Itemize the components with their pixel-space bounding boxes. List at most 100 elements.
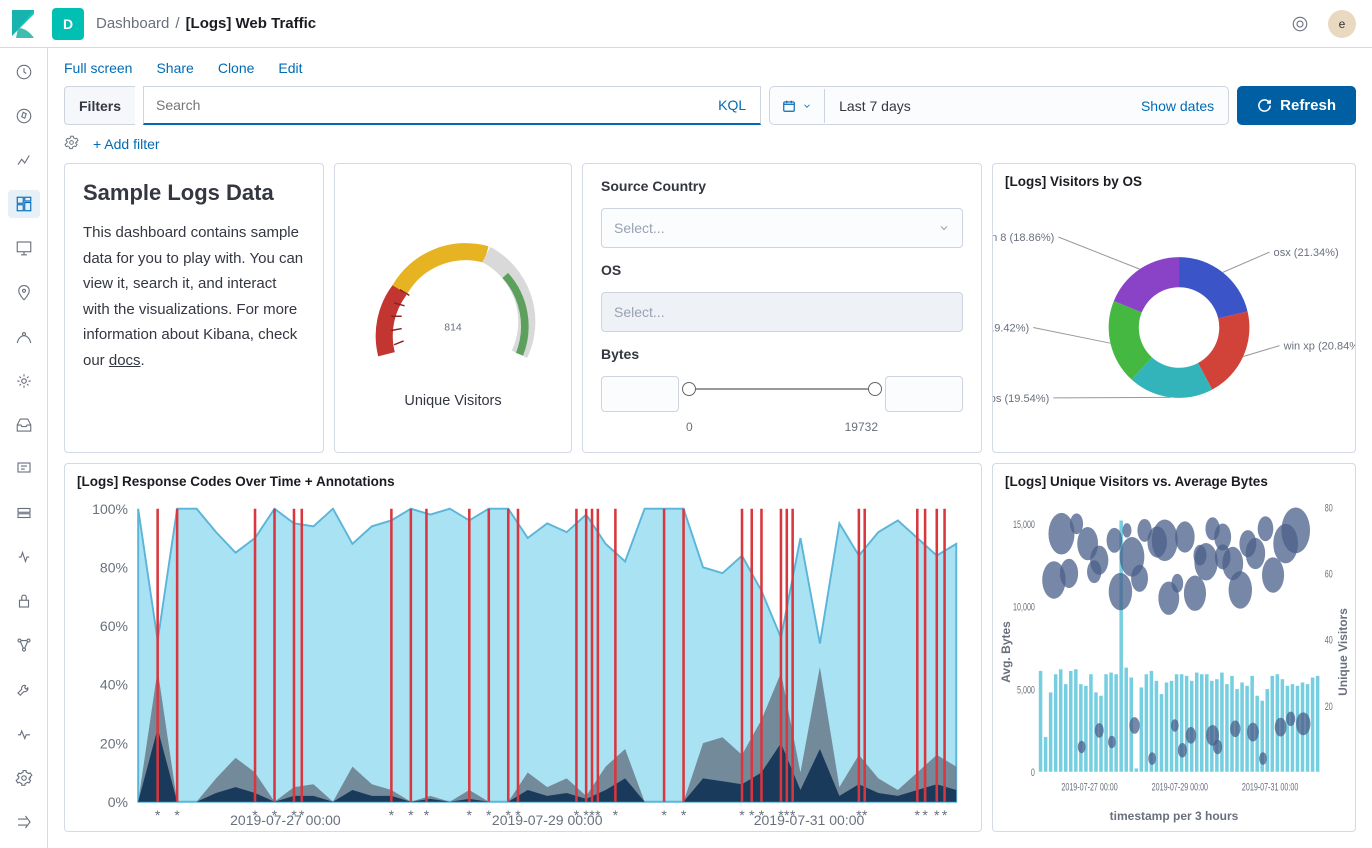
svg-text:*: * <box>467 807 473 823</box>
svg-text:*: * <box>389 807 395 823</box>
toolbar: Full screen Share Clone Edit <box>48 48 1372 76</box>
area-chart: 0%20%40%60%80%100%**********************… <box>77 501 969 832</box>
edit-link[interactable]: Edit <box>278 60 302 76</box>
nav-graph-icon[interactable] <box>8 631 40 659</box>
nav-logs-icon[interactable] <box>8 411 40 439</box>
svg-text:win 7 (19.42%): win 7 (19.42%) <box>993 323 1029 335</box>
nav-maps-icon[interactable] <box>8 279 40 307</box>
svg-text:2019-07-27 00:00: 2019-07-27 00:00 <box>230 812 341 828</box>
svg-text:*: * <box>155 807 161 823</box>
nav-expand-icon[interactable] <box>8 808 40 836</box>
svg-text:*: * <box>613 807 619 823</box>
bytes-min-label: 0 <box>686 420 693 434</box>
svg-text:40: 40 <box>1325 634 1333 647</box>
nav-dashboard-icon[interactable] <box>8 190 40 218</box>
nav-management-icon[interactable] <box>8 764 40 792</box>
svg-text:ios (19.54%): ios (19.54%) <box>993 393 1049 405</box>
newsfeed-icon[interactable] <box>1284 8 1316 40</box>
svg-text:20: 20 <box>1325 700 1333 713</box>
svg-text:win xp (20.84%): win xp (20.84%) <box>1283 341 1355 353</box>
nav-canvas-icon[interactable] <box>8 234 40 262</box>
svg-text:*: * <box>922 807 928 823</box>
nav-recent-icon[interactable] <box>8 58 40 86</box>
svg-text:*: * <box>681 807 687 823</box>
svg-text:10,000: 10,000 <box>1013 601 1035 614</box>
kibana-logo[interactable] <box>8 8 40 40</box>
docs-link[interactable]: docs <box>109 352 141 369</box>
clone-link[interactable]: Clone <box>218 60 255 76</box>
kql-toggle[interactable]: KQL <box>704 97 760 113</box>
avg-bytes-label: Avg. Bytes <box>999 621 1013 683</box>
donut-chart: osx (21.34%) win xp (20.84%) ios (19.54%) w… <box>993 193 1355 452</box>
svg-text:100%: 100% <box>92 501 128 517</box>
gauge-chart: 814 <box>358 217 548 387</box>
bytes-slider[interactable] <box>689 378 875 410</box>
svg-text:*: * <box>661 807 667 823</box>
svg-text:60: 60 <box>1325 568 1333 581</box>
svg-text:*: * <box>739 807 745 823</box>
bubble-chart: 05,00010,00015,000204060802019-07-27 00:… <box>1005 501 1343 803</box>
svg-text:80%: 80% <box>100 559 128 575</box>
breadcrumb-current: [Logs] Web Traffic <box>186 15 317 32</box>
header: D Dashboard / [Logs] Web Traffic e <box>0 0 1372 48</box>
svg-text:*: * <box>424 807 430 823</box>
source-country-label: Source Country <box>601 178 963 194</box>
controls-panel: Source Country Select... OS Select... By… <box>582 163 982 453</box>
breadcrumb-root[interactable]: Dashboard <box>96 15 169 32</box>
svg-text:win 8 (18.86%): win 8 (18.86%) <box>993 232 1054 244</box>
filters-label[interactable]: Filters <box>64 86 135 125</box>
bytes-min-input[interactable] <box>601 376 679 412</box>
svg-text:2019-07-29 00:00: 2019-07-29 00:00 <box>1152 781 1208 794</box>
response-codes-panel: [Logs] Response Codes Over Time + Annota… <box>64 463 982 832</box>
refresh-button[interactable]: Refresh <box>1237 86 1356 125</box>
nav-apm-icon[interactable] <box>8 455 40 483</box>
nav-discover-icon[interactable] <box>8 102 40 130</box>
nav-siem-icon[interactable] <box>8 543 40 571</box>
filter-options-icon[interactable] <box>64 135 79 153</box>
date-quick-select[interactable] <box>770 89 825 123</box>
bytes-max-input[interactable] <box>885 376 963 412</box>
chevron-down-icon <box>938 222 950 234</box>
nav-devtools-icon[interactable] <box>8 676 40 704</box>
avatar[interactable]: e <box>1328 10 1356 38</box>
main: Full screen Share Clone Edit Filters KQL… <box>48 48 1372 848</box>
nav-ml-icon[interactable] <box>8 323 40 351</box>
svg-text:2019-07-27 00:00: 2019-07-27 00:00 <box>1061 781 1117 794</box>
unique-visitors-label: Unique Visitors <box>1336 608 1350 696</box>
svg-text:*: * <box>934 807 940 823</box>
share-link[interactable]: Share <box>156 60 193 76</box>
svg-text:*: * <box>942 807 948 823</box>
gauge-value: 814 <box>444 323 462 334</box>
show-dates-link[interactable]: Show dates <box>1127 98 1228 114</box>
panels-grid: Sample Logs Data This dashboard contains… <box>48 163 1372 848</box>
svg-text:20%: 20% <box>100 735 128 751</box>
svg-text:2019-07-31 00:00: 2019-07-31 00:00 <box>1242 781 1298 794</box>
svg-text:80: 80 <box>1325 502 1333 515</box>
svg-text:60%: 60% <box>100 618 128 634</box>
nav-uptime-icon[interactable] <box>8 499 40 527</box>
search-input[interactable] <box>144 87 704 123</box>
nav-monitoring-icon[interactable] <box>8 720 40 748</box>
bubbles-title: [Logs] Unique Visitors vs. Average Bytes <box>993 464 1355 493</box>
svg-text:2019-07-29 00:00: 2019-07-29 00:00 <box>492 812 603 828</box>
svg-text:0: 0 <box>1031 766 1035 779</box>
full-screen-link[interactable]: Full screen <box>64 60 132 76</box>
svg-text:osx (21.34%): osx (21.34%) <box>1274 247 1339 259</box>
svg-text:5,000: 5,000 <box>1017 684 1035 697</box>
space-selector[interactable]: D <box>52 8 84 40</box>
svg-text:*: * <box>915 807 921 823</box>
nav-security-icon[interactable] <box>8 587 40 615</box>
bytes-max-label: 19732 <box>845 420 878 434</box>
os-select[interactable]: Select... <box>601 292 963 332</box>
breadcrumb: Dashboard / [Logs] Web Traffic <box>96 15 316 32</box>
donut-title: [Logs] Visitors by OS <box>993 164 1355 193</box>
intro-title: Sample Logs Data <box>83 180 305 206</box>
add-filter-link[interactable]: + Add filter <box>93 136 160 152</box>
nav-visualize-icon[interactable] <box>8 146 40 174</box>
date-range-text[interactable]: Last 7 days <box>825 98 1127 114</box>
response-title: [Logs] Response Codes Over Time + Annota… <box>65 464 981 493</box>
source-country-select[interactable]: Select... <box>601 208 963 248</box>
nav-infrastructure-icon[interactable] <box>8 367 40 395</box>
svg-text:*: * <box>408 807 414 823</box>
sidebar <box>0 48 48 848</box>
